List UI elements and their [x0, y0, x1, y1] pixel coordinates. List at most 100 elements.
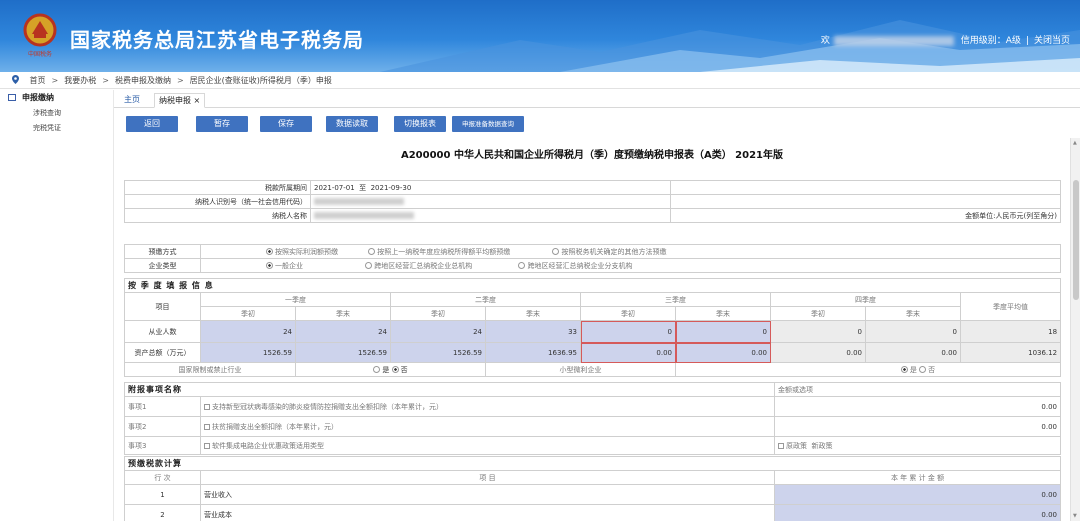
prepay-method-label: 预缴方式	[124, 244, 201, 259]
employees-q3-end[interactable]: 0	[675, 320, 771, 343]
blurred-user-name	[833, 35, 954, 46]
attached-3-old-policy: 原政策	[786, 441, 807, 450]
quarter-4-header: 四季度	[770, 292, 961, 307]
scroll-down-arrow-icon[interactable]: ▼	[1073, 513, 1077, 519]
q3-end-header: 季末	[675, 306, 771, 321]
taxpayer-id-value	[310, 194, 671, 209]
blurred-taxpayer-name	[314, 212, 414, 219]
q3-start-header: 季初	[580, 306, 676, 321]
form-title: A200000 中华人民共和国企业所得税月（季）度预缴纳税申报表（A类） 202…	[400, 150, 784, 161]
restricted-no-radio[interactable]	[391, 365, 399, 373]
attached-3-old-policy-checkbox[interactable]	[778, 442, 784, 449]
restricted-yes-label: 是	[382, 365, 390, 374]
switch-report-button[interactable]: 切换报表	[394, 116, 446, 132]
employees-q3-start[interactable]: 0	[580, 320, 676, 343]
attached-2-name: 事项2	[124, 416, 201, 437]
prep-data-query-button[interactable]: 申报准备数据查询	[452, 116, 524, 132]
attached-items-table: 附报事项名称 金额或选项 事项1 支持新型冠状病毒感染的肺炎疫情防控捐赠支出全额…	[124, 382, 1061, 455]
enterprise-radio-hq[interactable]	[365, 261, 373, 269]
sidebar-item-query[interactable]: 涉税查询	[0, 106, 113, 121]
prepay-calc-table: 预缴税款计算 行 次 项 目 本 年 累 计 金 额 1 营业收入 0.00 2…	[123, 456, 1062, 521]
enterprise-radio-general[interactable]	[266, 261, 273, 269]
back-button[interactable]: 返回	[126, 116, 178, 132]
assets-q1-start[interactable]: 1526.59	[200, 342, 296, 363]
restricted-yes-radio[interactable]	[373, 365, 381, 373]
amount-unit: 金额单位:人民币元(列至角分)	[670, 208, 1061, 223]
prepay-radio-actual[interactable]	[266, 247, 273, 255]
employees-q4-end: 0	[865, 320, 961, 343]
employees-q2-start[interactable]: 24	[390, 320, 486, 343]
attached-2-value[interactable]: 0.00	[774, 416, 1061, 437]
employees-q1-start[interactable]: 24	[200, 320, 296, 343]
prepay-info-table: 预缴方式 按照实际利润额预缴 按照上一纳税年度应纳税所得额平均额预缴 按照税务机…	[124, 244, 1061, 273]
taxpayer-name-label: 纳税人名称	[124, 208, 311, 223]
prepay-radio-average[interactable]	[368, 247, 376, 255]
enterprise-option-general: 一般企业	[275, 261, 303, 270]
breadcrumb-declare[interactable]: 税费申报及缴纳	[115, 76, 171, 85]
form-content: A200000 中华人民共和国企业所得税月（季）度预缴纳税申报表（A类） 202…	[114, 138, 1070, 521]
assets-q2-start[interactable]: 1526.59	[390, 342, 486, 363]
attached-1-checkbox[interactable]	[204, 403, 210, 410]
breadcrumb-tax[interactable]: 我要办税	[64, 76, 96, 85]
tab-home[interactable]: 主页	[120, 93, 144, 108]
vertical-scrollbar[interactable]: ▲ ▼	[1070, 138, 1080, 521]
attached-2-checkbox[interactable]	[204, 423, 210, 430]
breadcrumb: 首页 > 我要办税 > 税费申报及缴纳 > 居民企业(查账征收)所得税月（季）申报	[0, 72, 1080, 89]
period-label: 税款所属期间	[124, 180, 311, 195]
sidebar-section-header[interactable]: 申报缴纳	[0, 90, 113, 106]
tax-bureau-logo: 中国税务	[23, 13, 57, 58]
tab-declare[interactable]: 纳税申报 ×	[154, 93, 206, 108]
assets-q2-end[interactable]: 1636.95	[485, 342, 581, 363]
calc-row-1-amount[interactable]: 0.00	[773, 484, 1062, 505]
enterprise-radio-branch[interactable]	[518, 261, 526, 269]
quarter-1-header: 一季度	[200, 292, 391, 307]
employees-q1-end[interactable]: 24	[295, 320, 391, 343]
employees-q2-end[interactable]: 33	[485, 320, 581, 343]
save-button[interactable]: 保存	[260, 116, 312, 132]
assets-q3-start[interactable]: 0.00	[580, 342, 676, 363]
q1-end-header: 季末	[295, 306, 391, 321]
quarter-avg-header: 季度平均值	[959, 292, 1062, 321]
attached-3-checkbox[interactable]	[204, 442, 210, 449]
temp-save-button[interactable]: 暂存	[196, 116, 248, 132]
attached-1-value[interactable]: 0.00	[774, 396, 1061, 417]
q1-start-header: 季初	[200, 306, 296, 321]
small-yes-label: 是	[909, 365, 917, 374]
close-page-link[interactable]: 关闭当页	[1034, 36, 1070, 46]
tab-bar: 主页 纳税申报 ×	[114, 90, 1080, 108]
attached-3-name: 事项3	[124, 436, 201, 455]
calc-row-1-no: 1	[124, 484, 201, 505]
quarter-info-table: 按 季 度 填 报 信 息 项目 一季度 二季度 三季度 四季度 季度平均值 季…	[123, 278, 1062, 377]
location-pin-icon	[12, 75, 19, 84]
calc-row-2-item: 营业成本	[200, 504, 775, 521]
prepay-radio-other[interactable]	[552, 247, 560, 255]
assets-q1-end[interactable]: 1526.59	[295, 342, 391, 363]
sidebar-item-certificate[interactable]: 完税凭证	[0, 121, 113, 136]
period-range: 2021-07-01 至 2021-09-30	[310, 180, 671, 195]
assets-q3-end[interactable]: 0.00	[675, 342, 771, 363]
attached-3-new-policy: 新政策	[811, 441, 833, 450]
calc-row-2-amount[interactable]: 0.00	[773, 504, 1062, 521]
attached-3-desc-text: 软件集成电路企业优惠政策适用类型	[212, 441, 324, 450]
read-data-button[interactable]: 数据读取	[326, 116, 378, 132]
enterprise-type-label: 企业类型	[124, 258, 201, 273]
attached-1-name: 事项1	[124, 396, 201, 417]
small-yes-radio[interactable]	[900, 365, 908, 373]
scroll-up-arrow-icon[interactable]: ▲	[1073, 140, 1077, 146]
assets-avg: 1036.12	[959, 342, 1062, 363]
taxpayer-info-table: 税款所属期间 2021-07-01 至 2021-09-30 纳税人识别号（统一…	[124, 180, 1061, 223]
breadcrumb-home[interactable]: 首页	[30, 76, 46, 85]
calc-row-1-item: 营业收入	[200, 484, 775, 505]
employees-avg: 18	[959, 320, 1062, 343]
small-no-radio[interactable]	[919, 365, 927, 373]
attached-2-desc: 扶贫捐赠支出全额扣除（本年累计，元）	[200, 416, 775, 437]
section-quarter-title: 按 季 度 填 报 信 息	[123, 278, 1062, 293]
scrollbar-thumb[interactable]	[1073, 180, 1079, 300]
assets-q4-start: 0.00	[770, 342, 866, 363]
prepay-option-actual: 按照实际利润额预缴	[275, 247, 338, 256]
calc-row-2-no: 2	[124, 504, 201, 521]
header-user-area: 欢 信用级别：A级 | 关闭当页	[820, 35, 1070, 46]
quarter-3-header: 三季度	[580, 292, 771, 307]
welcome-text: 欢	[820, 36, 830, 46]
sidebar-title: 申报缴纳	[22, 93, 54, 102]
